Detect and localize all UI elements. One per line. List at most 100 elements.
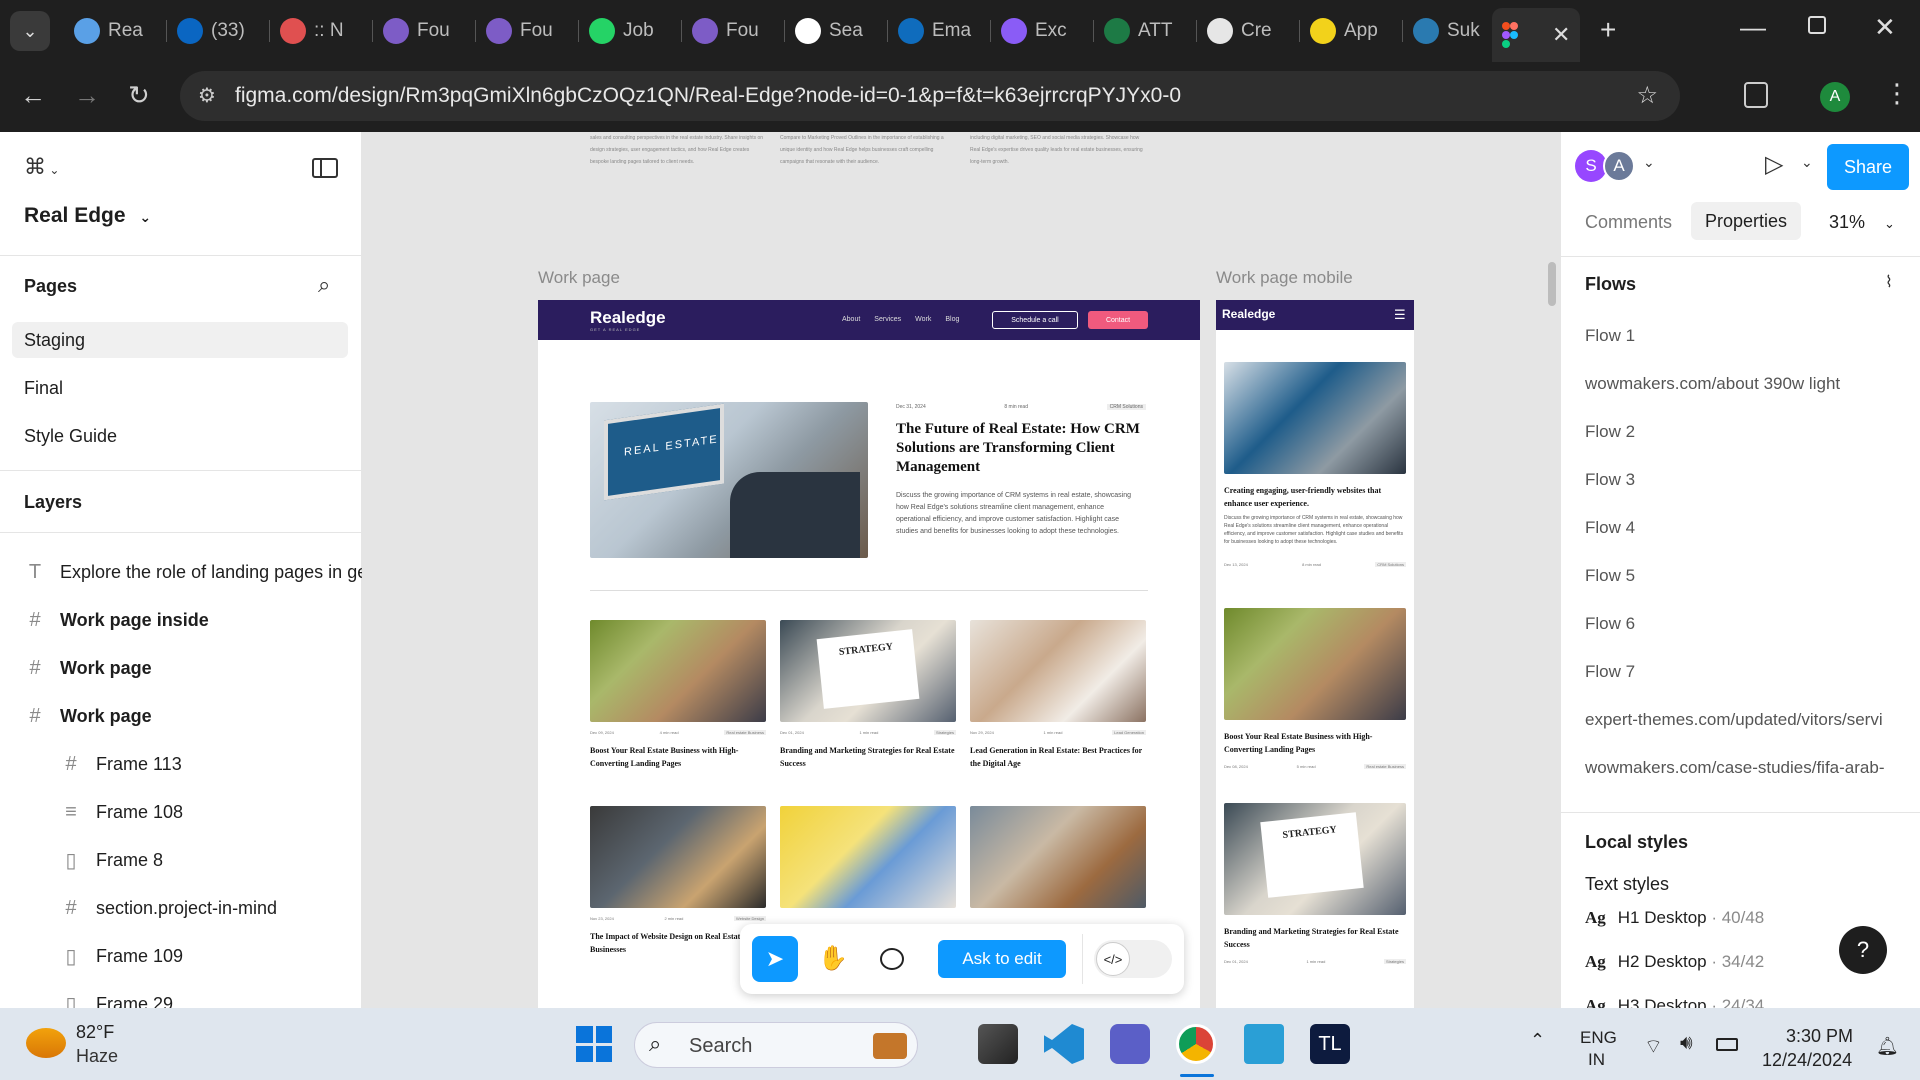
tab-13[interactable]: Suk (1403, 8, 1506, 54)
hand-tool-icon[interactable]: ✋ (818, 944, 848, 973)
flow-item[interactable]: Flow 3 (1585, 470, 1915, 490)
mobile-post-image[interactable] (1224, 362, 1406, 474)
flow-item[interactable]: wowmakers.com/case-studies/fifa-arab- (1585, 758, 1915, 778)
schedule-call-button[interactable]: Schedule a call (992, 311, 1078, 329)
extensions-icon[interactable] (1744, 82, 1768, 108)
tab-10[interactable]: ATT (1094, 8, 1197, 54)
figma-menu-button[interactable]: ⌘ ⌄ (24, 154, 59, 180)
minimize-button[interactable]: — (1740, 12, 1766, 43)
tab-9[interactable]: Exc (991, 8, 1094, 54)
flow-item[interactable]: wowmakers.com/about 390w light (1585, 374, 1915, 394)
chevron-down-icon[interactable]: ⌄ (1643, 154, 1655, 171)
flow-item[interactable]: Flow 4 (1585, 518, 1915, 538)
card-image[interactable] (590, 620, 766, 722)
layer-row[interactable]: ▯ Frame 109 (0, 936, 362, 976)
profile-avatar[interactable]: A (1820, 82, 1850, 112)
flow-item[interactable]: expert-themes.com/updated/vitors/servi (1585, 710, 1915, 730)
frame-label-desktop[interactable]: Work page (538, 268, 620, 288)
mobile-post-image[interactable]: STRATEGY (1224, 803, 1406, 915)
toggle-sidebar-icon[interactable] (312, 158, 338, 178)
flow-item[interactable]: Flow 1 (1585, 326, 1915, 346)
page-label-style-guide[interactable]: Style Guide (24, 426, 117, 447)
weather-text[interactable]: Haze (76, 1046, 118, 1067)
restore-button[interactable] (1808, 16, 1826, 34)
tab-figma-active[interactable]: ✕ (1492, 8, 1580, 62)
mobile-post-image[interactable] (1224, 608, 1406, 720)
ask-to-edit-button[interactable]: Ask to edit (938, 940, 1066, 978)
layer-row[interactable]: # Work page (0, 648, 362, 688)
present-options-icon[interactable]: ⌄ (1801, 154, 1813, 171)
browser-menu-icon[interactable]: ⋮ (1884, 78, 1910, 109)
mobile-post-title[interactable]: Creating engaging, user-friendly website… (1224, 484, 1406, 510)
notepad-icon[interactable] (1244, 1024, 1284, 1064)
layer-row[interactable]: T Explore the role of landing pages in ge (0, 552, 362, 592)
volume-icon[interactable]: 🔊︎ (1680, 1032, 1693, 1055)
desktop-frame[interactable]: Realedge GET A REAL EDGE About Services … (538, 300, 1200, 1008)
close-tab-icon[interactable]: ✕ (1552, 22, 1570, 48)
card-image[interactable] (590, 806, 766, 908)
text-style-item[interactable]: Ag H2 Desktop · 34/42 (1585, 952, 1764, 972)
weather-temp[interactable]: 82°F (76, 1022, 114, 1043)
zoom-level[interactable]: 31% ⌄ (1829, 212, 1895, 233)
layer-row[interactable]: ≡ Frame 108 (0, 792, 362, 832)
tab-6[interactable]: Fou (682, 8, 785, 54)
card-title[interactable]: Boost Your Real Estate Business with Hig… (590, 744, 766, 770)
flows-collapse-icon[interactable]: ⌇ (1885, 272, 1893, 292)
address-bar[interactable]: ⚙ figma.com/design/Rm3pqGmiXln6gbCzOQz1Q… (180, 71, 1680, 121)
frame-label-mobile[interactable]: Work page mobile (1216, 268, 1353, 288)
layer-row[interactable]: # section.project-in-mind (0, 888, 362, 928)
file-name[interactable]: Real Edge ⌄ (24, 204, 151, 228)
dev-mode-toggle[interactable]: </> (1094, 940, 1172, 978)
tab-1[interactable]: (33) (167, 8, 270, 54)
present-play-icon[interactable]: ▷ (1765, 150, 1783, 179)
task-view-icon[interactable] (978, 1024, 1018, 1064)
page-label-final[interactable]: Final (24, 378, 63, 399)
mobile-frame[interactable]: Realedge ☰ Creating engaging, user-frien… (1216, 300, 1414, 1008)
flow-item[interactable]: Flow 5 (1585, 566, 1915, 586)
nav-blog[interactable]: Blog (945, 316, 959, 323)
bookmark-star-icon[interactable]: ☆ (1636, 81, 1658, 110)
design-canvas[interactable]: sales and consulting perspectives in the… (362, 132, 1560, 1008)
tab-12[interactable]: App (1300, 8, 1403, 54)
tab-11[interactable]: Cre (1197, 8, 1300, 54)
layer-row[interactable]: ▯ Frame 8 (0, 840, 362, 880)
card-image[interactable] (970, 620, 1146, 722)
clock-time[interactable]: 3:30 PM (1786, 1026, 1853, 1047)
language-2[interactable]: IN (1588, 1050, 1605, 1070)
flow-item[interactable]: Flow 2 (1585, 422, 1915, 442)
tab-comments[interactable]: Comments (1585, 212, 1672, 233)
nav-services[interactable]: Services (874, 316, 901, 323)
tab-3[interactable]: Fou (373, 8, 476, 54)
language-1[interactable]: ENG (1580, 1028, 1617, 1048)
teams-icon[interactable] (1110, 1024, 1150, 1064)
card-title[interactable]: Branding and Marketing Strategies for Re… (780, 744, 956, 770)
card-image[interactable]: STRATEGY (780, 620, 956, 722)
notification-bell-icon[interactable]: 🔔︎ (1876, 1036, 1899, 1057)
tab-properties[interactable]: Properties (1691, 202, 1801, 240)
help-button[interactable]: ? (1839, 926, 1887, 974)
tab-7[interactable]: Sea (785, 8, 888, 54)
close-window-button[interactable]: ✕ (1874, 12, 1896, 43)
clock-date[interactable]: 12/24/2024 (1762, 1050, 1852, 1071)
vscode-icon[interactable] (1044, 1024, 1084, 1064)
search-icon[interactable]: ⌕ (318, 272, 330, 298)
comment-tool-icon[interactable] (880, 948, 904, 970)
share-button[interactable]: Share (1827, 144, 1909, 190)
tray-chevron-up-icon[interactable]: ⌃ (1530, 1030, 1545, 1051)
layer-row[interactable]: # Work page (0, 696, 362, 736)
taskbar-search[interactable]: ⌕ Search (634, 1022, 918, 1068)
layer-row[interactable]: # Work page inside (0, 600, 362, 640)
tab-0[interactable]: Rea (64, 8, 167, 54)
flow-item[interactable]: Flow 7 (1585, 662, 1915, 682)
layer-row[interactable]: # Frame 113 (0, 744, 362, 784)
mobile-post-title[interactable]: Branding and Marketing Strategies for Re… (1224, 925, 1406, 951)
tab-5[interactable]: Job (579, 8, 682, 54)
chrome-icon[interactable] (1176, 1024, 1216, 1064)
tl-app-icon[interactable]: TL (1310, 1024, 1350, 1064)
card-title[interactable]: Lead Generation in Real Estate: Best Pra… (970, 744, 1146, 770)
hamburger-icon[interactable]: ☰ (1394, 307, 1406, 323)
nav-about[interactable]: About (842, 316, 860, 323)
nav-work[interactable]: Work (915, 316, 931, 323)
mobile-post-title[interactable]: Boost Your Real Estate Business with Hig… (1224, 730, 1406, 756)
card-image[interactable] (970, 806, 1146, 908)
